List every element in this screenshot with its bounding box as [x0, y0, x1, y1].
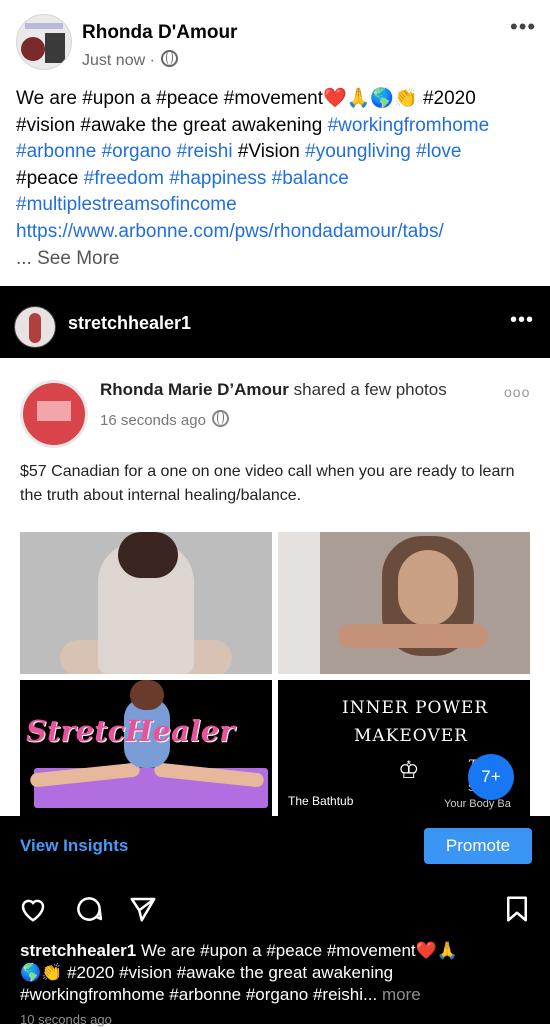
post-text-segment: #2020: [417, 88, 476, 109]
photo-stretchhealer-logo: StretcHealer: [20, 680, 272, 816]
shared-post-time: 16 seconds ago: [100, 410, 229, 429]
globe-icon: [211, 410, 229, 427]
comment-icon[interactable]: [74, 894, 104, 924]
caption-text: #2020 #vision #awake the great awakening: [62, 963, 394, 982]
hashtag-link[interactable]: #happiness: [169, 168, 266, 189]
emoji-sequence: 🌎👏: [20, 963, 63, 982]
facebook-post-header: Rhonda D'Amour Just now · •••: [0, 0, 550, 80]
photo-shape: [278, 532, 320, 674]
post-text: We are #upon a #peace #movement❤️🙏🌎👏 #20…: [16, 86, 536, 272]
shared-post-avatar: [20, 380, 88, 448]
profile-avatar[interactable]: [16, 14, 72, 70]
post-text-segment: #upon a #peace #movement: [82, 88, 324, 109]
hashtag-link[interactable]: #multiplestreamsofincome: [16, 194, 237, 215]
poster-name[interactable]: Rhonda D'Amour: [82, 22, 237, 44]
share-icon[interactable]: [128, 894, 158, 924]
shared-post-text: $57 Canadian for a one on one video call…: [20, 463, 515, 504]
hashtag-link[interactable]: #balance: [272, 168, 349, 189]
heart-icon[interactable]: [18, 894, 48, 924]
avatar-image-right: [45, 33, 65, 63]
photo-shape: [118, 532, 178, 578]
caption-text: We are #upon a #peace #movement: [136, 941, 416, 960]
photo-caption-line: INNER POWER: [342, 698, 489, 718]
instagram-caption: stretchhealer1 We are #upon a #peace #mo…: [20, 940, 534, 1006]
photo-shape: [130, 680, 164, 710]
instagram-avatar[interactable]: [14, 306, 56, 348]
instagram-username[interactable]: stretchhealer1: [68, 313, 191, 334]
emoji-sequence: ❤️🙏: [415, 941, 458, 960]
post-text-segment: We are: [16, 88, 83, 109]
hashtag-link[interactable]: #youngliving: [305, 141, 411, 162]
hashtag-link[interactable]: #arbonne: [16, 141, 96, 162]
caption-more-link[interactable]: more: [377, 985, 421, 1004]
shared-post-time-label: 16 seconds ago: [100, 412, 206, 429]
photo-shape: [338, 624, 488, 648]
crown-icon: ♔: [398, 757, 420, 784]
photo-shape: [398, 550, 458, 626]
post-time-label: Just now ·: [82, 52, 155, 69]
instagram-post-time: 10 seconds ago: [20, 1012, 112, 1027]
bookmark-icon[interactable]: [502, 894, 532, 924]
more-options-icon[interactable]: •••: [510, 14, 536, 40]
emoji-sequence: ❤️🙏🌎👏: [323, 88, 418, 109]
avatar-image-banner: [25, 23, 63, 29]
insights-bar: View Insights Promote: [0, 816, 550, 876]
shared-post-name: Rhonda Marie D’Amour: [100, 380, 289, 399]
post-text-segment: #vision #awake the great awakening: [16, 114, 328, 136]
shared-post-card: Rhonda Marie D’Amour shared a few photos…: [0, 358, 550, 816]
shared-post-title: Rhonda Marie D’Amour shared a few photos: [100, 380, 447, 400]
promote-button[interactable]: Promote: [424, 828, 532, 864]
hashtag-link[interactable]: #organo: [102, 141, 172, 162]
post-text-segment: #peace: [16, 167, 79, 189]
caption-text: #workingfromhome #arbonne #organo #reish…: [20, 985, 378, 1004]
instagram-screenshot: stretchhealer1 ••• Rhonda Marie D’Amour …: [0, 286, 550, 1027]
photo-smiling-portrait: [278, 532, 530, 674]
post-url-link[interactable]: https://www.arbonne.com/pws/rhondadamour…: [16, 221, 444, 242]
shared-post-action: shared a few photos: [288, 380, 447, 399]
caption-username[interactable]: stretchhealer1: [20, 941, 136, 960]
photo-stretching-pose: [20, 532, 272, 674]
shared-post-more-icon: ooo: [504, 384, 531, 400]
hashtag-link[interactable]: #workingfromhome: [328, 115, 490, 136]
view-insights-link[interactable]: View Insights: [20, 836, 128, 856]
logo-text: StretcHealer: [26, 714, 235, 748]
instagram-more-icon[interactable]: •••: [510, 309, 534, 332]
photo-caption-line: The Bathtub: [288, 794, 354, 808]
globe-icon: [160, 50, 178, 67]
instagram-action-row: [0, 886, 550, 930]
photo-caption-line: Your Body Ba: [444, 798, 511, 810]
instagram-post-header: stretchhealer1 •••: [0, 286, 550, 358]
photo-inner-power-makeover: INNER POWER MAKEOVER ♔ The Str Your Body…: [278, 680, 530, 816]
more-photos-badge[interactable]: 7+: [468, 754, 514, 800]
hashtag-link[interactable]: #freedom: [84, 168, 164, 189]
avatar-image-left: [21, 37, 45, 61]
see-more-link[interactable]: ... See More: [16, 248, 120, 269]
post-time: Just now ·: [82, 50, 178, 70]
photo-caption-line: MAKEOVER: [354, 726, 468, 746]
post-text-segment: #Vision: [237, 141, 300, 163]
hashtag-link[interactable]: #reishi: [177, 141, 233, 162]
hashtag-link[interactable]: #love: [416, 141, 461, 162]
